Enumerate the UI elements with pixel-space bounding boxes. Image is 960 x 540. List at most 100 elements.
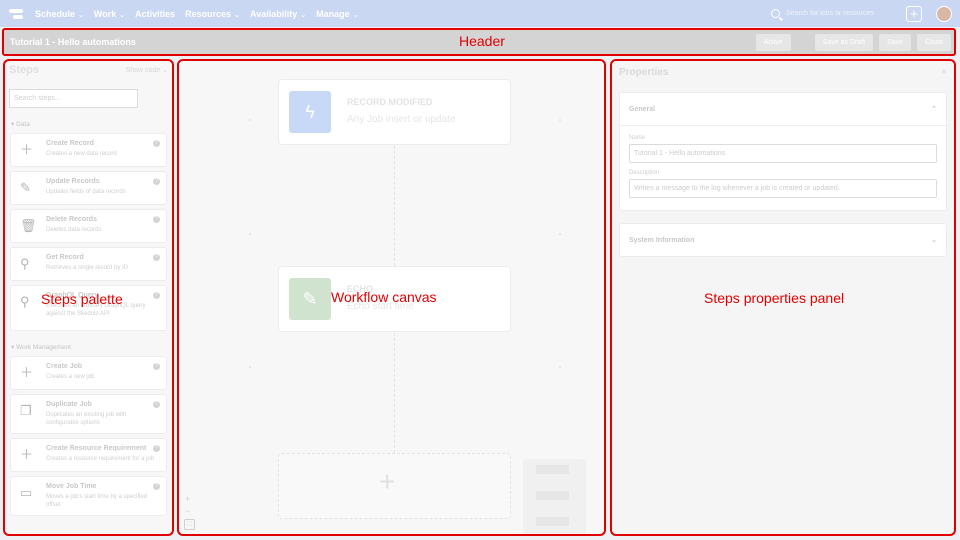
nav-right: Search for jobs or resources + (771, 5, 960, 22)
grid-dot (559, 366, 561, 368)
help-icon[interactable]: ? (153, 292, 160, 299)
copy-icon: ❐ (20, 403, 32, 418)
zoom-out-button[interactable]: − (185, 506, 190, 516)
help-icon[interactable]: ? (153, 401, 160, 408)
workflow-canvas[interactable]: ϟ RECORD MODIFIED Any Job insert or upda… (177, 59, 606, 536)
lightning-icon: ϟ (289, 91, 331, 133)
general-section-header[interactable]: General ⌃ (620, 93, 946, 125)
help-icon[interactable]: ? (153, 254, 160, 261)
header-annotation: Header (459, 33, 505, 49)
steps-palette: Steps Show code ⌄ Search steps... ▾ Data… (3, 59, 174, 536)
zoom-in-button[interactable]: + (185, 494, 190, 504)
global-search-input[interactable]: Search for jobs or resources (786, 10, 906, 17)
general-section: General ⌃ Name Tutorial 1 - Hello automa… (619, 92, 947, 211)
avatar[interactable] (936, 5, 952, 22)
description-field[interactable]: Writes a message to the log whenever a j… (629, 179, 937, 198)
search-icon: ⚲ (20, 256, 30, 271)
properties-header: Properties × (612, 61, 954, 78)
save-button[interactable]: Save (879, 33, 912, 51)
chevron-down-icon: ▾ (11, 344, 15, 351)
search-icon[interactable] (771, 9, 780, 18)
top-nav: Schedule ⌄ Work ⌄ Activities Resources ⌄ Av… (0, 0, 960, 27)
step-duplicate-job[interactable]: ❐ Duplicate Job Duplicates an existing j… (10, 394, 167, 434)
plus-icon: ＋ (20, 447, 34, 462)
step-get-record[interactable]: ⚲ Get Record Retrieves a single record b… (10, 247, 167, 281)
workflow-header: Tutorial 1 - Hello automations Header Ac… (2, 28, 956, 56)
pencil-icon: ✎ (20, 180, 31, 195)
general-section-body: Name Tutorial 1 - Hello automations Desc… (620, 125, 946, 210)
nav-item-availability[interactable]: Availability ⌄ (250, 9, 306, 19)
nav-item-schedule[interactable]: Schedule ⌄ (35, 9, 84, 19)
chevron-down-icon: ⌄ (234, 11, 241, 19)
close-button[interactable]: Close (917, 33, 951, 51)
workflow-title: Tutorial 1 - Hello automations (10, 37, 136, 47)
step-move-job-time[interactable]: ▭ Move Job Time Moves a job's start time… (10, 476, 167, 516)
workflow-canvas-annotation: Workflow canvas (331, 289, 437, 305)
help-icon[interactable]: ? (153, 178, 160, 185)
help-icon[interactable]: ? (153, 483, 160, 490)
step-create-record[interactable]: ＋ Create Record Creates a new data recor… (10, 133, 167, 167)
section-data[interactable]: ▾ Data (11, 120, 172, 128)
step-create-resource-requirement[interactable]: ＋ Create Resource Requirement Creates a … (10, 438, 167, 472)
steps-title: Steps (9, 64, 39, 76)
calendar-icon: ▭ (20, 485, 33, 500)
canvas-minimap[interactable] (523, 459, 586, 534)
app-logo-icon[interactable] (9, 8, 25, 20)
steps-palette-annotation: Steps palette (41, 291, 123, 307)
system-information-header[interactable]: System Information ⌄ (620, 224, 946, 256)
add-new-button[interactable]: + (906, 5, 922, 22)
save-as-draft-button[interactable]: Save as Draft (814, 33, 874, 51)
add-step-icon[interactable]: + (379, 466, 395, 498)
properties-title: Properties (619, 67, 669, 78)
show-code-toggle[interactable]: Show code ⌄ (126, 66, 168, 74)
search-icon: ⚲ (20, 294, 30, 309)
grid-dot (249, 366, 251, 368)
chevron-down-icon: ⌄ (352, 11, 359, 19)
properties-panel: Properties × General ⌃ Name Tutorial 1 -… (610, 59, 956, 536)
chevron-down-icon: ⌄ (119, 11, 126, 19)
properties-panel-annotation: Steps properties panel (704, 290, 845, 306)
section-work-management[interactable]: ▾ Work Management (11, 343, 172, 351)
chevron-down-icon: ⌄ (300, 11, 307, 19)
help-icon[interactable]: ? (153, 363, 160, 370)
connector-line (394, 146, 395, 266)
plus-icon: ＋ (20, 142, 34, 157)
steps-header: Steps Show code ⌄ (5, 61, 172, 76)
help-icon[interactable]: ? (153, 445, 160, 452)
system-information-section: System Information ⌄ (619, 223, 947, 257)
minimap-node (536, 517, 569, 526)
nav-item-resources[interactable]: Resources ⌄ (185, 9, 240, 19)
grid-dot (249, 119, 251, 121)
pencil-icon: ✎ (289, 278, 331, 320)
minimap-node (536, 491, 569, 500)
grid-dot (559, 119, 561, 121)
help-icon[interactable]: ? (153, 216, 160, 223)
active-toggle-button[interactable]: Active (755, 33, 791, 51)
trash-icon: 🗑 (20, 218, 37, 233)
chevron-up-icon: ⌃ (931, 106, 937, 113)
chevron-down-icon: ⌄ (162, 67, 168, 74)
description-label: Description (629, 170, 660, 176)
trigger-node-record-modified[interactable]: ϟ RECORD MODIFIED Any Job insert or upda… (278, 79, 511, 145)
grid-dot (559, 233, 561, 235)
step-delete-records[interactable]: 🗑 Delete Records Deletes data records ? (10, 209, 167, 243)
close-icon[interactable]: × (941, 67, 947, 78)
name-field[interactable]: Tutorial 1 - Hello automations (629, 144, 937, 163)
nav-item-activities[interactable]: Activities (135, 9, 175, 19)
nav-item-work[interactable]: Work ⌄ (94, 9, 125, 19)
step-create-job[interactable]: ＋ Create Job Creates a new job ? (10, 356, 167, 390)
nav-item-manage[interactable]: Manage ⌄ (316, 9, 358, 19)
chevron-down-icon: ▾ (11, 121, 15, 128)
grid-dot (249, 233, 251, 235)
connector-line (394, 333, 395, 453)
minimap-node (536, 465, 569, 474)
help-icon[interactable]: ? (153, 140, 160, 147)
header-actions: Active Save as Draft Save Close (750, 33, 951, 51)
plus-icon: ＋ (20, 365, 34, 380)
chevron-down-icon: ⌄ (78, 11, 84, 19)
steps-search-input[interactable]: Search steps... (9, 89, 138, 108)
name-label: Name (629, 135, 646, 141)
chevron-down-icon: ⌄ (931, 237, 937, 244)
step-update-records[interactable]: ✎ Update Records Updates fields of data … (10, 171, 167, 205)
fit-view-icon[interactable]: ⛶ (184, 519, 195, 530)
